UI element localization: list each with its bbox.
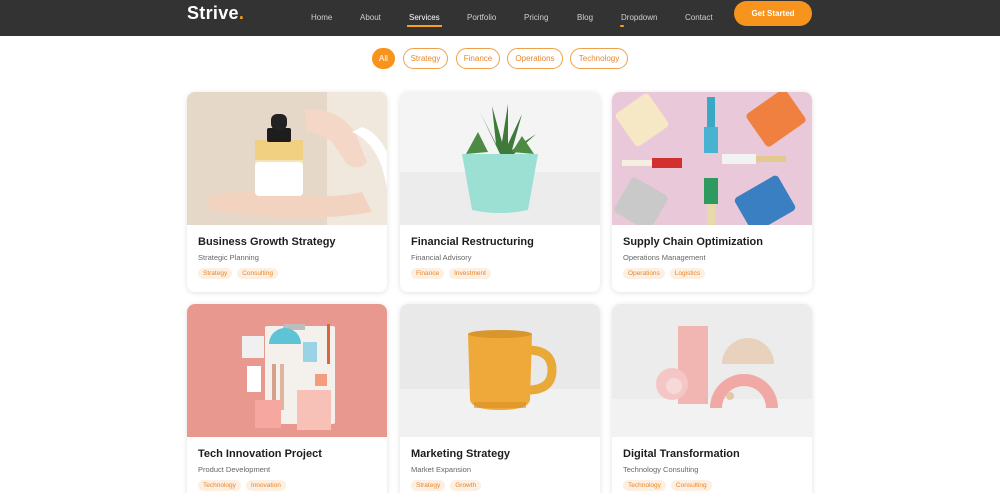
- card-image-stationery: [187, 304, 387, 437]
- service-card[interactable]: Marketing Strategy Market Expansion Stra…: [400, 304, 600, 493]
- card-tag: Strategy: [411, 480, 446, 491]
- nav-dropdown[interactable]: Dropdown: [620, 13, 658, 27]
- card-image-serum-bottle: [187, 92, 387, 225]
- card-subtitle: Operations Management: [623, 253, 706, 262]
- nav-about[interactable]: About: [360, 13, 381, 22]
- card-image-yellow-mug: [400, 304, 600, 437]
- card-title: Marketing Strategy: [411, 448, 511, 460]
- service-card[interactable]: Digital Transformation Technology Consul…: [612, 304, 812, 493]
- card-tag: Operations: [623, 268, 665, 279]
- filter-operations[interactable]: Operations: [507, 48, 563, 69]
- nav-pricing[interactable]: Pricing: [524, 13, 548, 22]
- card-image-paint-cans: [612, 92, 812, 225]
- nav-portfolio[interactable]: Portfolio: [467, 13, 496, 22]
- card-subtitle: Product Development: [198, 465, 271, 474]
- card-tags: Finance Investment: [411, 268, 491, 279]
- service-card[interactable]: Supply Chain Optimization Operations Man…: [612, 92, 812, 292]
- filter-strategy[interactable]: Strategy: [403, 48, 448, 69]
- nav-contact[interactable]: Contact: [685, 13, 713, 22]
- card-tags: Technology Consulting: [623, 480, 712, 491]
- filter-finance[interactable]: Finance: [456, 48, 500, 69]
- card-title: Financial Restructuring: [411, 236, 534, 248]
- nav-home[interactable]: Home: [311, 13, 332, 22]
- nav-blog[interactable]: Blog: [577, 13, 593, 22]
- nav-dropdown-label: Dropdown: [621, 13, 658, 22]
- card-subtitle: Market Expansion: [411, 465, 472, 474]
- card-image-succulent: [400, 92, 600, 225]
- card-tag: Investment: [449, 268, 491, 279]
- card-subtitle: Technology Consulting: [623, 465, 699, 474]
- get-started-button[interactable]: Get Started: [734, 1, 812, 26]
- service-card[interactable]: Tech Innovation Project Product Developm…: [187, 304, 387, 493]
- card-tag: Consulting: [670, 480, 712, 491]
- card-tags: Technology Innovation: [198, 480, 286, 491]
- card-tag: Growth: [450, 480, 482, 491]
- card-subtitle: Strategic Planning: [198, 253, 259, 262]
- dropdown-indicator-icon: [620, 25, 624, 27]
- card-tag: Technology: [198, 480, 241, 491]
- card-subtitle: Financial Advisory: [411, 253, 472, 262]
- filter-technology[interactable]: Technology: [570, 48, 628, 69]
- service-card[interactable]: Business Growth Strategy Strategic Plann…: [187, 92, 387, 292]
- service-card[interactable]: Financial Restructuring Financial Adviso…: [400, 92, 600, 292]
- card-tag: Finance: [411, 268, 445, 279]
- card-title: Business Growth Strategy: [198, 236, 336, 248]
- card-title: Digital Transformation: [623, 448, 740, 460]
- card-tag: Strategy: [198, 268, 233, 279]
- card-title: Supply Chain Optimization: [623, 236, 763, 248]
- card-tag: Consulting: [237, 268, 278, 279]
- card-tags: Operations Logistics: [623, 268, 706, 279]
- filter-all[interactable]: All: [372, 48, 395, 69]
- card-tags: Strategy Consulting: [198, 268, 278, 279]
- card-tag: Innovation: [245, 480, 286, 491]
- site-header: Strive. Home About Services Portfolio Pr…: [0, 0, 1000, 36]
- nav-services[interactable]: Services: [407, 13, 442, 27]
- card-title: Tech Innovation Project: [198, 448, 322, 460]
- card-tag: Technology: [623, 480, 666, 491]
- card-tag: Logistics: [669, 268, 706, 279]
- logo[interactable]: Strive.: [187, 3, 244, 24]
- card-tags: Strategy Growth: [411, 480, 482, 491]
- card-image-geometric-shapes: [612, 304, 812, 437]
